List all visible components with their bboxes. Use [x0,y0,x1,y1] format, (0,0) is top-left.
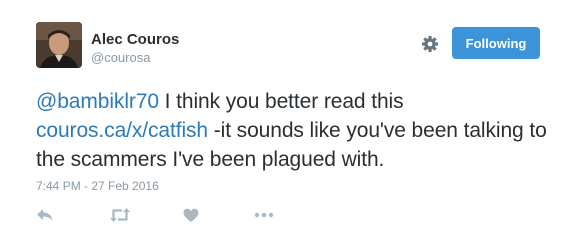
tweet-timestamp[interactable]: 7:44 PM - 27 Feb 2016 [36,179,159,194]
more-icon[interactable] [254,206,274,224]
tweet-text: @bambiklr70 I think you better read this… [36,87,556,174]
url-link[interactable]: couros.ca/x/catfish [36,119,208,142]
retweet-icon[interactable] [109,206,131,224]
avatar-image [36,22,82,68]
avatar[interactable] [36,22,82,68]
author-name[interactable]: Alec Couros [91,31,179,49]
gear-icon[interactable] [420,34,440,54]
reply-icon[interactable] [36,206,54,224]
author-handle[interactable]: @courosa [91,50,150,66]
mention-link[interactable]: @bambiklr70 [36,90,159,113]
heart-icon[interactable] [183,206,201,224]
following-button[interactable]: Following [452,27,540,59]
tweet-text-part1: I think you better read this [158,90,404,113]
tweet-actions [36,206,296,224]
tweet-card: Alec Couros @courosa Following @bambiklr… [0,0,575,251]
